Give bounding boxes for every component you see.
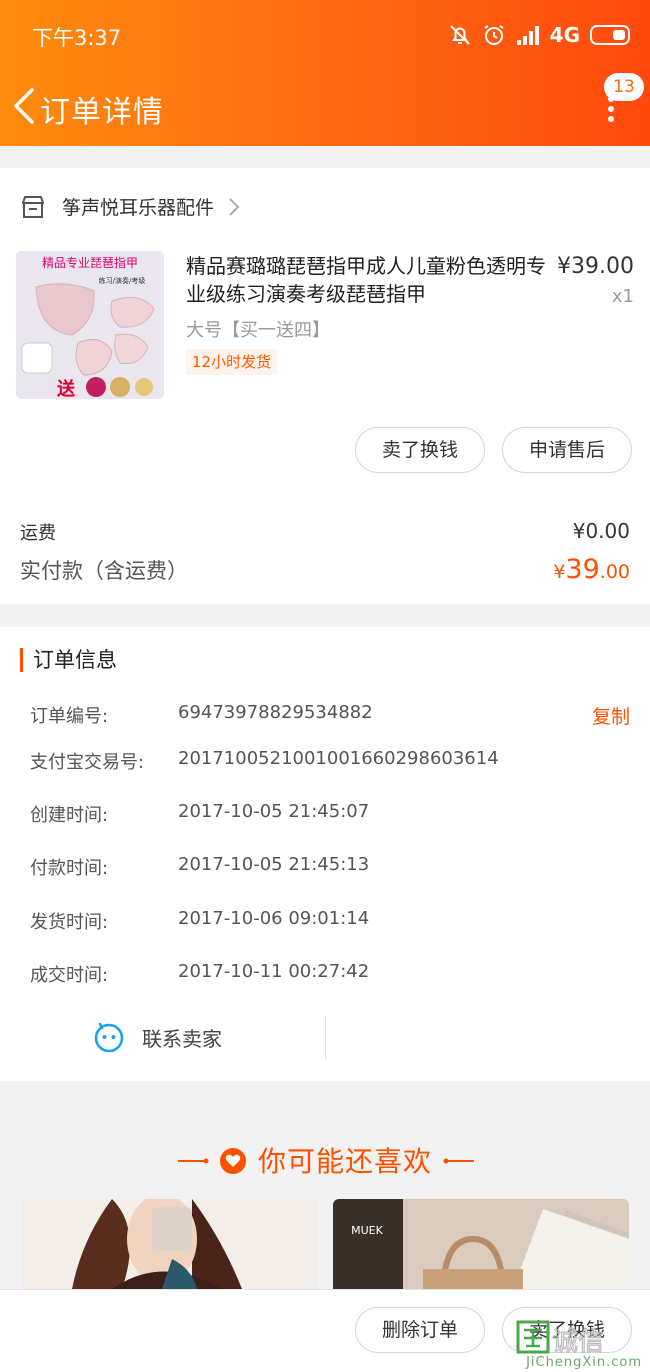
message-count-badge[interactable]: 13 [604,73,644,101]
product-sku: 大号【买一送四】 [186,320,330,341]
aftersale-button[interactable]: 申请售后 [502,427,632,473]
sell-button[interactable]: 卖了换钱 [355,427,485,473]
product-price: ¥39.00 [557,254,634,279]
shop-name: 筝声悦耳乐器配件 [62,197,215,219]
chat-face-icon [94,1022,124,1053]
paid-time-label: 付款时间: [30,858,109,879]
copy-order-number-button[interactable]: 复制 [592,702,630,729]
product-thumbnail[interactable]: 精品专业琵琶指甲 练习/演奏/考级 送 [16,251,164,399]
contact-seller-button[interactable]: 联系卖家 [92,1020,222,1054]
chevron-right-icon [229,197,240,216]
shop-link[interactable]: 筝声悦耳乐器配件 [20,193,240,220]
status-icons: 4G [448,20,630,50]
alipay-trade-label: 支付宝交易号: [30,752,145,773]
watermark-text: JiChengXin.com [526,1355,642,1370]
thumb-subtitle: 练习/演奏/考级 [99,276,146,285]
shipping-fee-label: 运费 [20,523,56,544]
divider [325,1016,326,1060]
store-icon [22,195,44,218]
shipping-tag: 12小时发货 [186,349,278,375]
paid-time-value: 2017-10-05 21:45:13 [178,854,370,875]
paid-amount-value: ¥39.00 [553,554,630,585]
alarm-icon [484,25,504,45]
paid-currency: ¥ [553,561,566,583]
contact-seller-label: 联系卖家 [142,1026,222,1051]
battery-icon [590,25,630,45]
paid-integer: 39 [565,554,600,585]
paid-amount-label: 实付款（含运费） [20,559,188,583]
recommend-item-2-image[interactable]: MUEK [333,1199,629,1289]
product-quantity: x1 [611,286,634,307]
paid-decimal: .00 [599,561,630,583]
header-bar: 下午3:37 4G 订单详情 13 [0,0,650,146]
page-title: 订单详情 [40,95,164,130]
status-bar: 下午3:37 4G [0,0,650,70]
mute-bell-icon [449,25,470,45]
alipay-trade-value: 2017100521001001660298603614 [178,748,499,769]
completed-time-value: 2017-10-11 00:27:42 [178,961,370,982]
shipped-time-value: 2017-10-06 09:01:14 [178,908,370,929]
back-arrow-icon[interactable] [10,86,36,126]
shipping-fee-value: ¥0.00 [572,519,630,543]
recommend-brand-text: MUEK [351,1224,383,1237]
created-time-value: 2017-10-05 21:45:07 [178,801,370,822]
network-type: 4G [549,23,580,47]
shipped-time-label: 发货时间: [30,912,109,933]
order-info-title: 订单信息 [20,648,117,672]
recommend-item-1-image[interactable] [22,1199,318,1289]
completed-time-label: 成交时间: [30,965,109,986]
recommend-title: 你可能还喜欢 [258,1145,433,1178]
delete-order-button[interactable]: 删除订单 [355,1307,485,1353]
order-number-label: 订单编号: [30,706,109,727]
signal-icon [516,26,539,45]
watermark-glyphs: 诚信 [552,1327,604,1357]
thumb-title: 精品专业琵琶指甲 [42,255,138,270]
order-number-value: 69473978829534882 [178,702,373,723]
status-time: 下午3:37 [32,26,122,50]
thumb-gift-label: 送 [56,378,76,399]
product-name[interactable]: 精品赛璐璐琵琶指甲成人儿童粉色透明专业级练习演奏考级琵琶指甲 [186,252,548,308]
created-time-label: 创建时间: [30,805,109,826]
